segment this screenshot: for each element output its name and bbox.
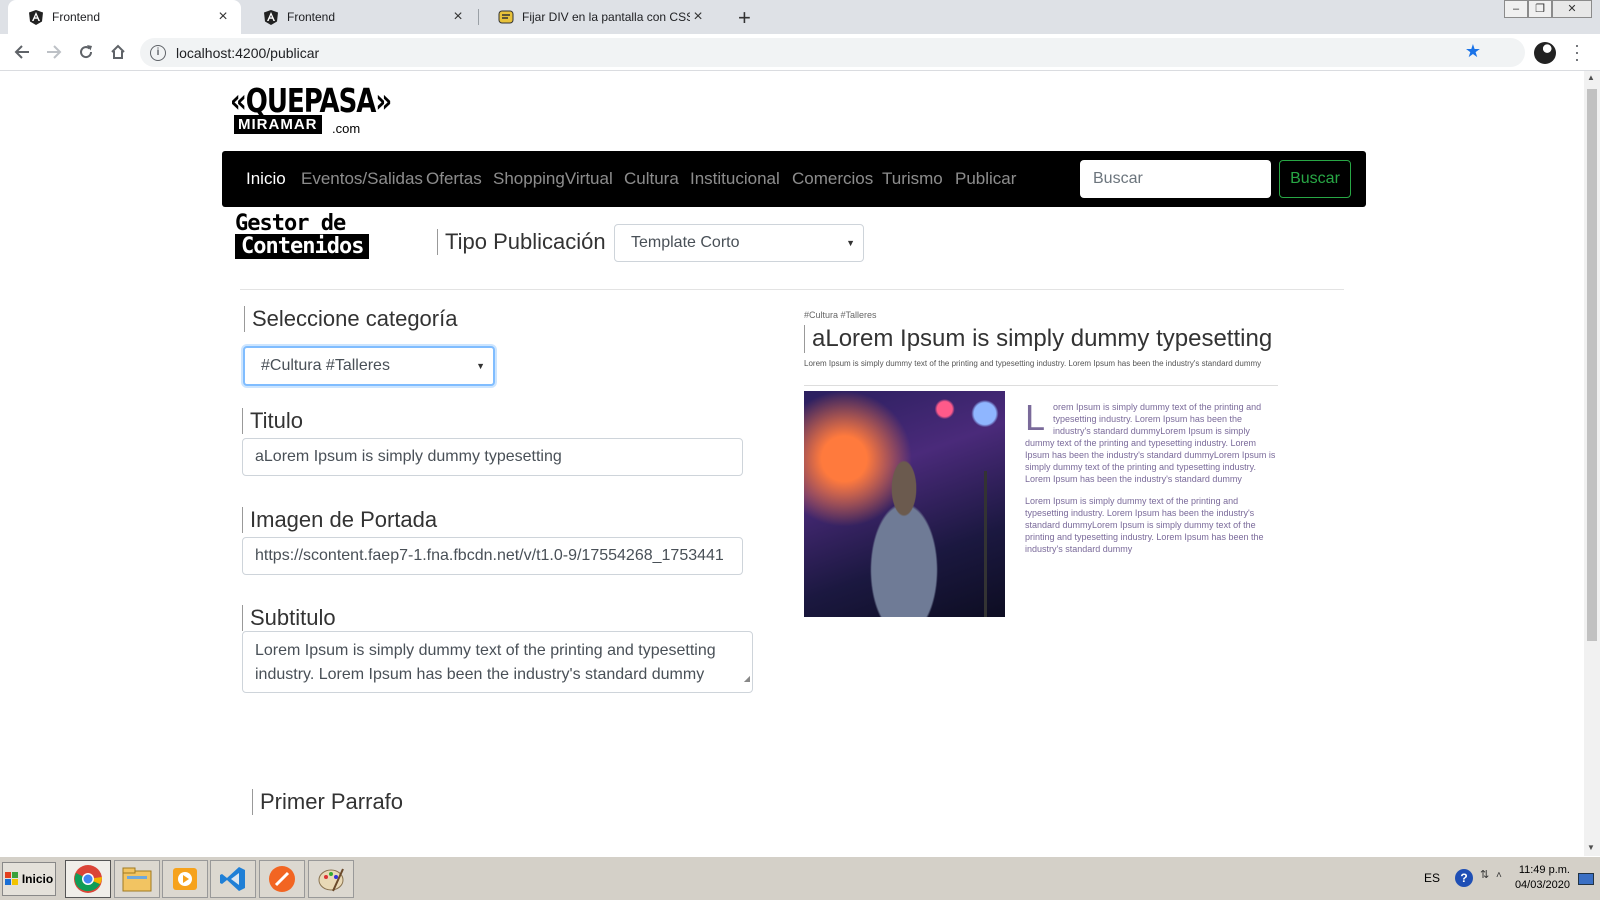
angular-icon	[28, 9, 44, 25]
scroll-up-icon[interactable]: ▲	[1587, 73, 1595, 82]
close-tab-icon[interactable]: ×	[450, 8, 466, 26]
nav-institucional[interactable]: Institucional	[690, 169, 780, 189]
paint-icon[interactable]	[308, 860, 354, 898]
search-input[interactable]: Buscar	[1080, 160, 1271, 198]
vscode-icon[interactable]	[210, 860, 256, 898]
reload-icon[interactable]	[74, 40, 98, 64]
system-clock[interactable]: 11:49 p.m. 04/03/2020	[1510, 863, 1570, 893]
address-bar[interactable]: i localhost:4200/publicar ★	[140, 38, 1525, 67]
preview-paragraph-1: Lorem Ipsum is simply dummy text of the …	[1025, 397, 1276, 485]
search-button[interactable]: Buscar	[1279, 160, 1351, 198]
back-icon[interactable]	[10, 40, 34, 64]
new-tab-button[interactable]: +	[738, 5, 751, 31]
preview-body: Lorem Ipsum is simply dummy text of the …	[1025, 397, 1280, 555]
titulo-input[interactable]: aLorem Ipsum is simply dummy typesetting	[242, 438, 743, 476]
windows-taskbar: Inicio ES ? ⇅ ˄ 11:49 p.m. 04/03/2020	[0, 856, 1600, 900]
windows-logo-icon	[4, 872, 18, 885]
categoria-label: Seleccione categoría	[244, 306, 457, 332]
media-player-icon[interactable]	[162, 860, 208, 898]
help-icon[interactable]: ?	[1455, 869, 1473, 887]
nav-turismo[interactable]: Turismo	[882, 169, 943, 189]
tipo-publicacion-label: Tipo Publicación	[437, 229, 606, 255]
preview-cover-image	[804, 391, 1005, 617]
close-window-button[interactable]: ✕	[1552, 0, 1592, 18]
subtitulo-textarea[interactable]: Lorem Ipsum is simply dummy text of the …	[242, 631, 753, 693]
nav-comercios[interactable]: Comercios	[792, 169, 873, 189]
preview-paragraph-2: Lorem Ipsum is simply dummy text of the …	[1025, 496, 1264, 554]
tab-fijar-div[interactable]: Fijar DIV en la pantalla con CSS - Fo ×	[478, 0, 716, 34]
nav-eventos[interactable]: Eventos/Salidas	[301, 169, 423, 189]
preview-title: aLorem Ipsum is simply dummy typesetting	[804, 325, 1272, 353]
nav-publicar[interactable]: Publicar	[955, 169, 1016, 189]
close-tab-icon[interactable]: ×	[215, 8, 231, 26]
start-button[interactable]: Inicio	[2, 862, 56, 896]
file-explorer-icon[interactable]	[114, 860, 160, 898]
sublime-icon[interactable]	[259, 860, 305, 898]
preview-subtitle: Lorem Ipsum is simply dummy text of the …	[804, 359, 1262, 368]
nav-cultura[interactable]: Cultura	[624, 169, 679, 189]
chrome-icon[interactable]	[65, 860, 111, 898]
imagen-portada-label: Imagen de Portada	[242, 507, 437, 533]
titulo-label: Titulo	[242, 408, 303, 434]
preview-divider	[804, 385, 1278, 386]
forum-icon	[498, 9, 514, 25]
gestor-contenidos-logo: Gestor de Contenidos	[235, 211, 409, 259]
restore-button[interactable]: ❐	[1528, 0, 1552, 18]
preview-tags: #Cultura #Talleres	[804, 310, 877, 320]
subtitulo-label: Subtitulo	[242, 605, 336, 631]
info-icon[interactable]: i	[150, 44, 166, 61]
primer-parrafo-label: Primer Parrafo	[252, 789, 403, 815]
close-tab-icon[interactable]: ×	[690, 8, 706, 26]
url-text[interactable]: localhost:4200/publicar	[176, 45, 319, 61]
nav-inicio[interactable]: Inicio	[246, 169, 286, 189]
scroll-down-icon[interactable]: ▼	[1587, 843, 1595, 852]
resize-grip-icon[interactable]: ◢	[744, 667, 750, 691]
chevron-down-icon: ▼	[846, 238, 855, 248]
browser-toolbar: i localhost:4200/publicar ★	[0, 34, 1600, 71]
language-indicator[interactable]: ES	[1424, 871, 1440, 885]
singer-figure	[844, 451, 964, 617]
imagen-portada-input[interactable]: https://scontent.faep7-1.fna.fbcdn.net/v…	[242, 537, 743, 575]
categoria-select[interactable]: #Cultura #Talleres ▼	[243, 346, 495, 386]
forward-icon[interactable]	[42, 40, 66, 64]
tab-frontend-2[interactable]: Frontend ×	[243, 0, 476, 34]
minimize-button[interactable]: –	[1504, 0, 1528, 18]
page-viewport: «QUEPASA» MIRAMAR .com Inicio Eventos/Sa…	[0, 71, 1584, 856]
site-logo[interactable]: «QUEPASA» MIRAMAR .com	[230, 83, 392, 141]
tab-frontend-1[interactable]: Frontend ×	[8, 0, 241, 34]
home-icon[interactable]	[106, 40, 130, 64]
show-desktop-icon[interactable]	[1578, 873, 1594, 885]
chevron-down-icon: ▼	[476, 361, 485, 371]
angular-icon	[263, 9, 279, 25]
drop-cap: L	[1025, 397, 1046, 438]
mic-stand	[984, 471, 987, 617]
menu-kebab-icon[interactable]: · · ·	[1574, 36, 1580, 68]
bookmark-star-icon[interactable]: ★	[1465, 41, 1481, 62]
main-navbar: Inicio Eventos/Salidas Ofertas ShoppingV…	[222, 151, 1366, 207]
profile-avatar-icon[interactable]	[1534, 42, 1556, 64]
nav-shopping[interactable]: ShoppingVirtual	[493, 169, 613, 189]
page-scrollbar[interactable]: ▲ ▼	[1584, 71, 1600, 856]
nav-ofertas[interactable]: Ofertas	[426, 169, 482, 189]
divider	[240, 289, 1344, 290]
scrollbar-thumb[interactable]	[1587, 89, 1597, 641]
network-icon[interactable]: ⇅	[1480, 868, 1489, 881]
tipo-publicacion-select[interactable]: Template Corto ▼	[614, 224, 864, 262]
tray-expand-icon[interactable]: ˄	[1496, 870, 1502, 881]
tab-strip: Frontend × Frontend × Fijar DIV en la pa…	[0, 0, 1600, 34]
